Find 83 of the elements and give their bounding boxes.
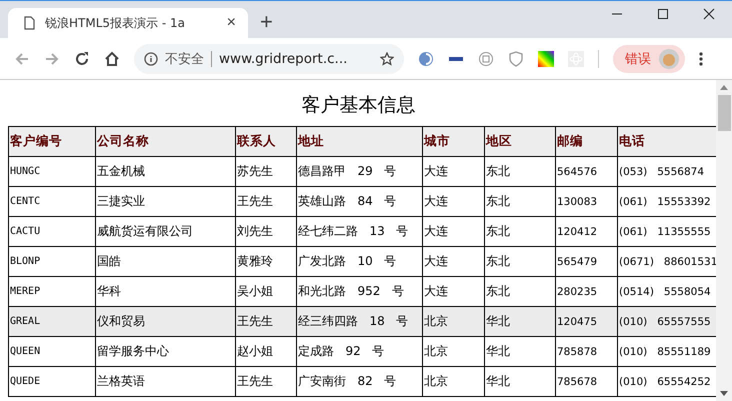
column-header: 地区 (484, 126, 556, 156)
table-cell: 东北 (484, 156, 556, 186)
avatar-icon (659, 48, 679, 68)
table-cell: 北京 (422, 336, 484, 366)
table-cell: 东北 (484, 216, 556, 246)
info-icon (144, 52, 158, 66)
table-cell: 经七纬二路 13 号 (296, 216, 422, 246)
column-header: 邮编 (556, 126, 618, 156)
table-cell: 华北 (484, 366, 556, 396)
column-header: 电话 (618, 126, 716, 156)
table-cell: CACTU (8, 216, 96, 246)
table-cell: 国皓 (96, 246, 236, 276)
table-cell: 刘先生 (236, 216, 296, 246)
table-cell: QUEEN (8, 336, 96, 366)
column-header: 城市 (422, 126, 484, 156)
column-header: 地址 (296, 126, 422, 156)
table-cell: 大连 (422, 246, 484, 276)
table-cell: QUEDE (8, 366, 96, 396)
security-label: 不安全 (165, 50, 204, 68)
table-cell: 德昌路甲 29 号 (296, 156, 422, 186)
table-cell: 120475 (556, 306, 618, 336)
table-cell: (010) 65557555 (618, 306, 716, 336)
star-icon[interactable] (380, 52, 394, 66)
table-cell: 英雄山路 84 号 (296, 186, 422, 216)
table-cell: 五金机械 (96, 156, 236, 186)
url-text: www.gridreport.c... (219, 50, 348, 66)
scroll-thumb[interactable] (718, 95, 730, 131)
table-cell: CENTC (8, 186, 96, 216)
home-icon[interactable] (104, 50, 120, 66)
table-cell: 120412 (556, 216, 618, 246)
table-cell: 王先生 (236, 366, 296, 396)
close-tab-button[interactable]: × (226, 14, 236, 32)
table-cell: 定成路 92 号 (296, 336, 422, 366)
column-header: 客户编号 (8, 126, 96, 156)
column-header: 公司名称 (96, 126, 236, 156)
scroll-up-icon[interactable] (720, 85, 728, 90)
scroll-down-icon[interactable] (720, 391, 728, 396)
table-cell: 大连 (422, 216, 484, 246)
table-cell: 大连 (422, 186, 484, 216)
close-icon[interactable] (703, 8, 715, 20)
table-cell: 三捷实业 (96, 186, 236, 216)
table-cell: 华北 (484, 306, 556, 336)
table-cell: 565479 (556, 246, 618, 276)
table-cell: 华北 (484, 336, 556, 366)
table-cell: 785678 (556, 366, 618, 396)
table-cell: 广安南街 82 号 (296, 366, 422, 396)
table-cell: 大连 (422, 156, 484, 186)
table-cell: 兰格英语 (96, 366, 236, 396)
table-row[interactable]: GREAL 仪和贸易 王先生 经三纬四路 18 号 北京 华北 120475 (010) 65557555 (8, 306, 716, 336)
column-header: 联系人 (236, 126, 296, 156)
table-cell: 威航货运有限公司 (96, 216, 236, 246)
table-cell: 王先生 (236, 306, 296, 336)
tab-title: 锐浪HTML5报表演示 - 1a (45, 14, 186, 32)
table-cell: 苏先生 (236, 156, 296, 186)
table-cell: 785878 (556, 336, 618, 366)
shield-icon[interactable] (508, 50, 524, 66)
table-cell: HUNGC (8, 156, 96, 186)
menu-icon[interactable] (699, 52, 703, 66)
reload-icon[interactable] (74, 50, 90, 66)
table-cell: 经三纬四路 18 号 (296, 306, 422, 336)
table-cell: 广发北路 10 号 (296, 246, 422, 276)
table-cell: BLONP (8, 246, 96, 276)
report-title: 客户基本信息 (300, 93, 416, 118)
table-cell: GREAL (8, 306, 96, 336)
table-cell: 留学服务中心 (96, 336, 236, 366)
profile-button[interactable]: 错误 (613, 44, 685, 72)
maximize-icon[interactable] (657, 8, 669, 20)
new-tab-button[interactable]: + (260, 9, 273, 35)
table-cell: 130083 (556, 186, 618, 216)
page-icon (24, 16, 35, 30)
table-cell: 北京 (422, 306, 484, 336)
table-cell: 东北 (484, 246, 556, 276)
rainbow-icon[interactable] (538, 50, 554, 66)
table-cell: 北京 (422, 366, 484, 396)
table-cell: 赵小姐 (236, 336, 296, 366)
table-cell: 东北 (484, 186, 556, 216)
address-bar[interactable]: 不安全 www.gridreport.c... (134, 44, 404, 74)
table-cell: 王先生 (236, 186, 296, 216)
table-cell: 仪和贸易 (96, 306, 236, 336)
table-cell: 564576 (556, 156, 618, 186)
browser-tab[interactable]: 锐浪HTML5报表演示 - 1a × (8, 8, 248, 38)
scrollbar[interactable] (716, 80, 732, 401)
table-cell: 黄雅玲 (236, 246, 296, 276)
